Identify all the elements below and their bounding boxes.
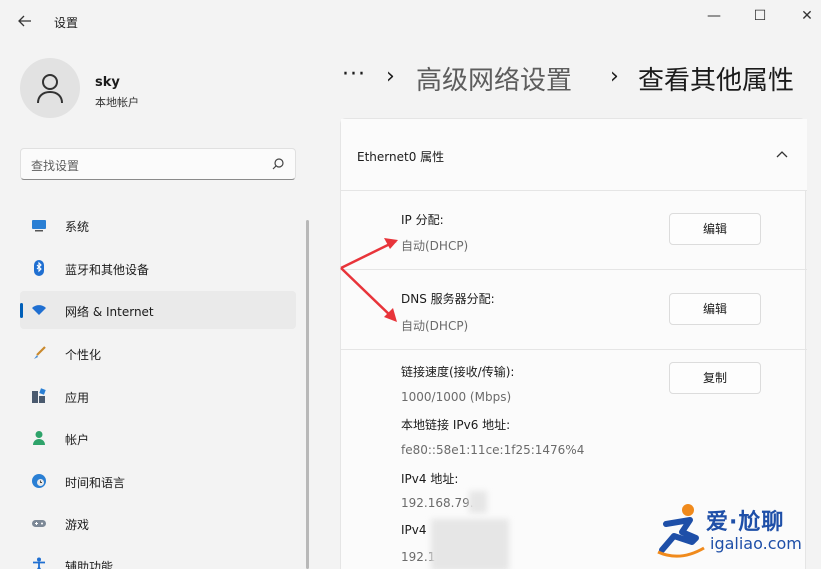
window-title: 设置 <box>54 16 79 30</box>
sidebar-item-accounts[interactable]: 帐户 <box>20 419 296 457</box>
ip-assignment-label: IP 分配: <box>401 213 444 227</box>
search-input[interactable]: 查找设置 <box>20 148 296 180</box>
sidebar-item-label: 游戏 <box>65 518 90 532</box>
sidebar-item-label: 帐户 <box>65 433 90 447</box>
brush-icon <box>34 346 46 359</box>
maximize-icon: ☐ <box>753 8 767 24</box>
chevron-up-icon[interactable] <box>775 149 789 159</box>
dns-assignment-label: DNS 服务器分配: <box>401 292 495 306</box>
close-button[interactable]: ✕ <box>793 4 821 28</box>
redaction-blur <box>469 491 487 513</box>
chevron-right-icon: › <box>610 64 619 89</box>
sidebar-item-personalization[interactable]: 个性化 <box>20 334 296 372</box>
sidebar-item-time-language[interactable]: 时间和语言 <box>20 462 296 500</box>
back-button[interactable] <box>14 10 36 32</box>
dns-assignment-row: DNS 服务器分配: 自动(DHCP) 编辑 <box>341 270 807 350</box>
sidebar-item-label: 系统 <box>65 220 90 234</box>
ip-assignment-row: IP 分配: 自动(DHCP) 编辑 <box>341 191 807 270</box>
ip-assignment-value: 自动(DHCP) <box>401 239 469 253</box>
sidebar-item-bluetooth[interactable]: 蓝牙和其他设备 <box>20 249 296 287</box>
edit-dns-button[interactable]: 编辑 <box>669 293 761 325</box>
person-icon <box>33 431 45 445</box>
back-arrow-icon <box>18 15 31 27</box>
breadcrumb-parent[interactable]: 高级网络设置 <box>416 60 572 97</box>
link-speed-value: 1000/1000 (Mbps) <box>401 390 512 404</box>
sidebar-item-network[interactable]: 网络 & Internet <box>20 291 296 329</box>
ipv6-value: fe80::58e1:11ce:1f25:1476%4 <box>401 443 585 457</box>
sidebar-item-accessibility[interactable]: 辅助功能 <box>20 546 296 569</box>
wifi-icon <box>32 305 46 315</box>
ipv4-label: IPv4 地址: <box>401 472 459 486</box>
accessibility-icon <box>33 557 45 569</box>
search-placeholder: 查找设置 <box>31 159 80 173</box>
user-name: sky <box>95 75 120 90</box>
monitor-icon <box>32 220 46 232</box>
account-type: 本地帐户 <box>95 96 139 109</box>
card-header[interactable]: Ethernet0 属性 <box>341 119 807 191</box>
minimize-icon: — <box>707 8 721 24</box>
sidebar-item-system[interactable]: 系统 <box>20 206 296 244</box>
watermark-title: 爱·尬聊 <box>706 510 785 535</box>
link-speed-label: 链接速度(接收/传输): <box>401 365 515 379</box>
sidebar-scrollbar[interactable] <box>306 220 309 569</box>
ipv4-value: 192.168.79. <box>401 496 474 510</box>
title-bar: 设置 — ☐ ✕ <box>0 0 821 40</box>
bluetooth-icon <box>34 260 44 276</box>
sidebar-item-label: 个性化 <box>65 348 102 362</box>
sidebar-item-label: 网络 & Internet <box>65 305 154 319</box>
page-title: 查看其他属性 <box>638 66 795 96</box>
close-icon: ✕ <box>801 8 813 24</box>
watermark-logo: 爱·尬聊 igaliao.com <box>652 500 818 562</box>
globe-clock-icon <box>32 474 46 488</box>
active-indicator <box>20 303 23 318</box>
dns-assignment-value: 自动(DHCP) <box>401 319 469 333</box>
copy-button[interactable]: 复制 <box>669 362 761 394</box>
ipv4-second-label: IPv4 <box>401 523 427 537</box>
edit-ip-button[interactable]: 编辑 <box>669 213 761 245</box>
sidebar-item-label: 蓝牙和其他设备 <box>65 263 150 277</box>
gamepad-icon <box>32 520 46 527</box>
person-icon <box>37 74 63 104</box>
chevron-right-icon: › <box>386 64 395 89</box>
card-title: Ethernet0 属性 <box>357 150 445 164</box>
ipv6-label: 本地链接 IPv6 地址: <box>401 418 511 432</box>
runner-logo-icon <box>657 504 705 558</box>
sidebar-item-apps[interactable]: 应用 <box>20 377 296 415</box>
apps-icon <box>32 388 46 403</box>
sidebar-item-label: 时间和语言 <box>65 476 126 490</box>
redaction-blur <box>431 519 509 569</box>
minimize-button[interactable]: — <box>700 4 728 28</box>
search-icon <box>272 158 284 170</box>
sidebar-item-gaming[interactable]: 游戏 <box>20 504 296 542</box>
watermark-url: igaliao.com <box>710 534 802 553</box>
sidebar-item-label: 辅助功能 <box>65 560 114 569</box>
avatar[interactable] <box>20 58 80 118</box>
sidebar-item-label: 应用 <box>65 391 90 405</box>
maximize-button[interactable]: ☐ <box>746 4 774 28</box>
breadcrumb-overflow[interactable]: ··· <box>342 62 366 87</box>
